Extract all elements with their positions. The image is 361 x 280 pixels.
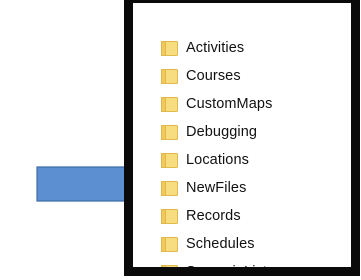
folder-label: NewFiles [186,180,247,196]
folder-icon [161,180,178,196]
folder-label: Courses [186,68,241,84]
folder-item-newfiles[interactable]: NewFiles [161,174,274,202]
folder-label: Debugging [186,124,258,140]
folder-label: Activities [186,40,245,56]
folder-icon [161,68,178,84]
folder-item-records[interactable]: Records [161,202,274,230]
folder-icon [161,40,178,56]
folder-item-locations[interactable]: Locations [161,146,274,174]
folder-label: ScenarioLists [186,264,275,276]
folder-label: Schedules [186,236,255,252]
folder-item-activities[interactable]: Activities [161,34,274,62]
folder-item-courses[interactable]: Courses [161,62,274,90]
folder-icon [161,264,178,267]
folder-item-schedules[interactable]: Schedules [161,230,274,258]
folder-item-debugging[interactable]: Debugging [161,118,274,146]
folder-icon [161,208,178,224]
folder-label: CustomMaps [186,96,273,112]
folder-label: Records [186,208,241,224]
file-explorer-panel: Activities Courses CustomMaps Debugging … [124,0,360,276]
folder-label: Locations [186,152,249,168]
folder-icon [161,152,178,168]
folder-list: Activities Courses CustomMaps Debugging … [161,34,275,276]
folder-icon [161,96,178,112]
folder-icon [161,236,178,252]
folder-item-custommaps[interactable]: CustomMaps [161,90,274,118]
folder-item-scenariolists[interactable]: ScenarioLists [161,258,275,276]
folder-icon [161,124,178,140]
